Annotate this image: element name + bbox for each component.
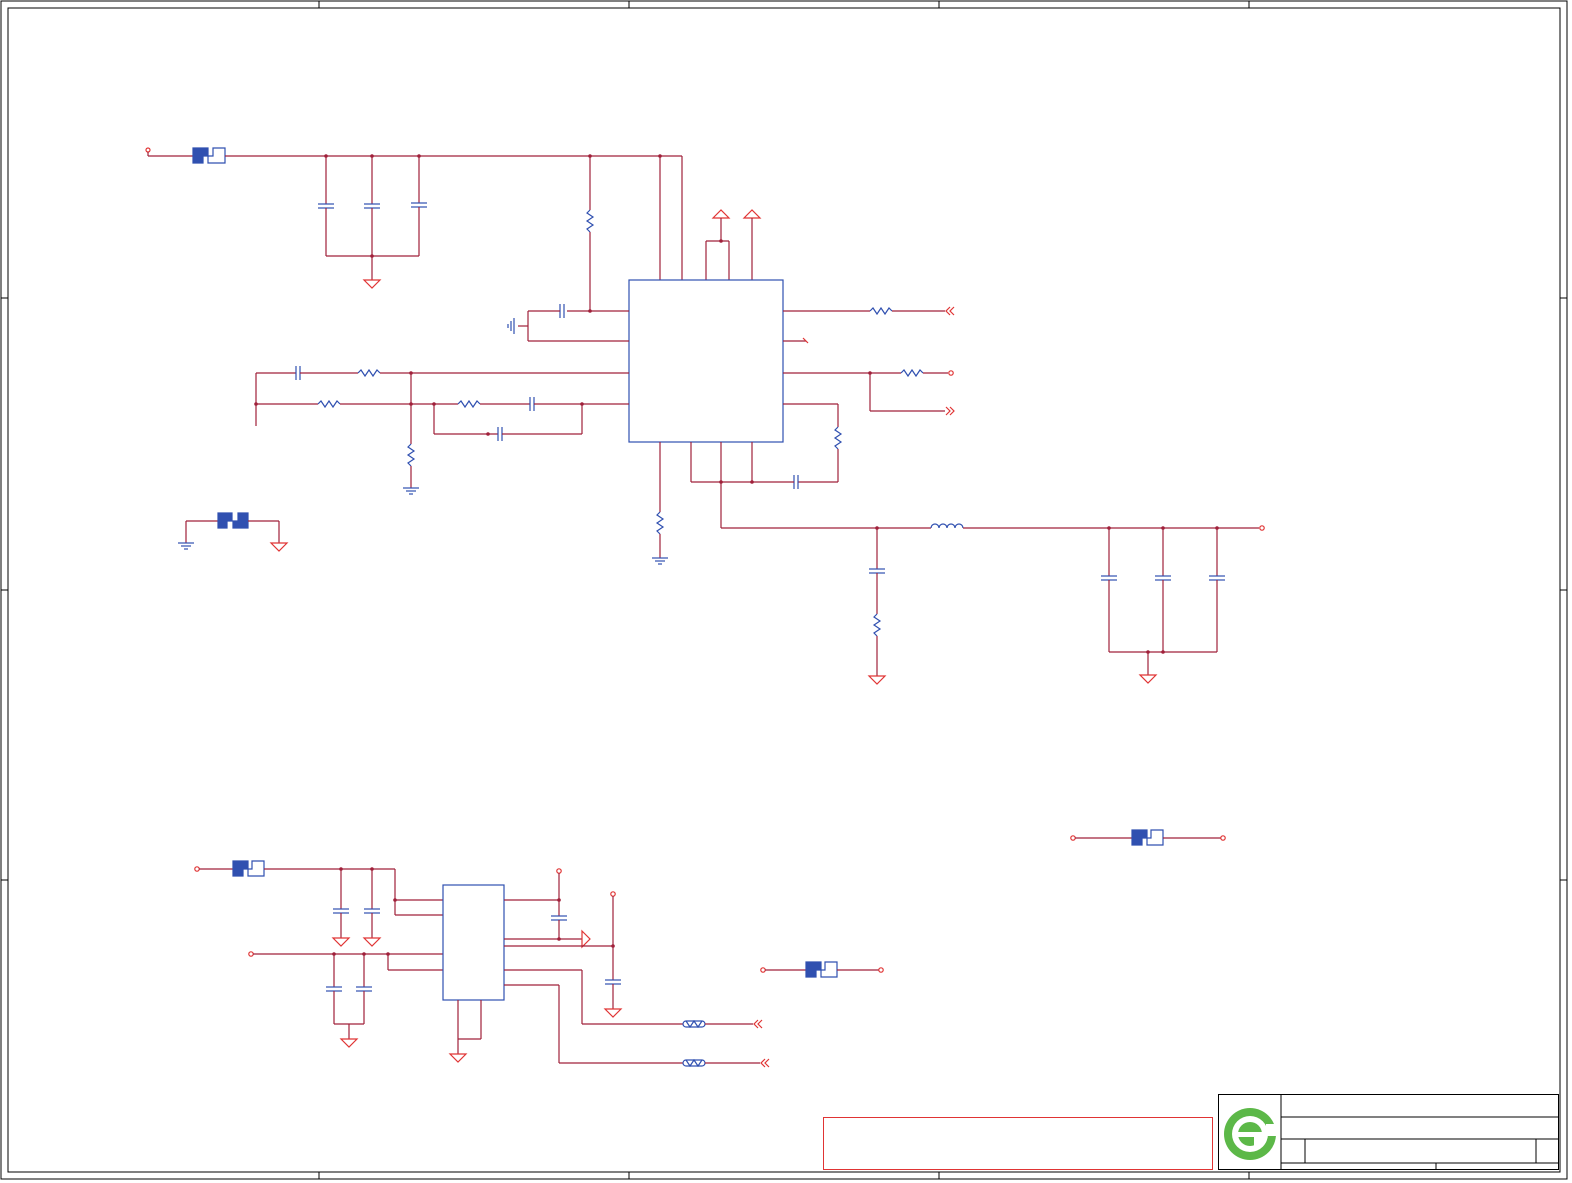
ground-symbol xyxy=(867,675,887,685)
input-capacitor-bank[interactable] xyxy=(318,154,427,280)
ldo-input-connector[interactable] xyxy=(194,860,395,877)
jumper-middle[interactable] xyxy=(760,961,884,978)
output-filter[interactable] xyxy=(721,523,1265,676)
jumper-right[interactable] xyxy=(1070,829,1226,846)
ldo-output-network[interactable] xyxy=(504,868,623,1018)
notice-box xyxy=(823,1117,1213,1170)
title-block xyxy=(1218,1094,1559,1170)
compensation-network[interactable] xyxy=(254,366,629,495)
ldo-ground-pins xyxy=(448,1000,482,1063)
schematic-sheet xyxy=(0,0,1568,1180)
ldo-ic[interactable] xyxy=(442,884,505,1001)
ldo-second-input[interactable] xyxy=(248,951,443,1048)
sheet-frame xyxy=(0,0,1568,1180)
bootstrap-network[interactable] xyxy=(690,403,843,528)
ldo-signal-lines[interactable] xyxy=(504,969,770,1068)
frequency-resistor[interactable] xyxy=(652,442,668,565)
jumper-top[interactable] xyxy=(192,147,226,164)
ldo-input-caps[interactable] xyxy=(331,867,443,947)
output-signal-1[interactable] xyxy=(783,306,955,316)
soft-start-network[interactable] xyxy=(507,304,629,342)
output-signal-2[interactable] xyxy=(783,368,955,416)
ground-symbol xyxy=(362,279,382,289)
input-connector[interactable] xyxy=(145,147,193,157)
green-e-logo-icon xyxy=(1224,1108,1278,1160)
regulator-ic[interactable] xyxy=(628,279,784,443)
no-connect-pin xyxy=(783,337,809,344)
power-flag-pair xyxy=(705,209,762,280)
ground-symbol xyxy=(1138,674,1158,684)
ground-tie-jumper[interactable] xyxy=(178,512,289,552)
enable-resistor[interactable] xyxy=(585,154,595,311)
